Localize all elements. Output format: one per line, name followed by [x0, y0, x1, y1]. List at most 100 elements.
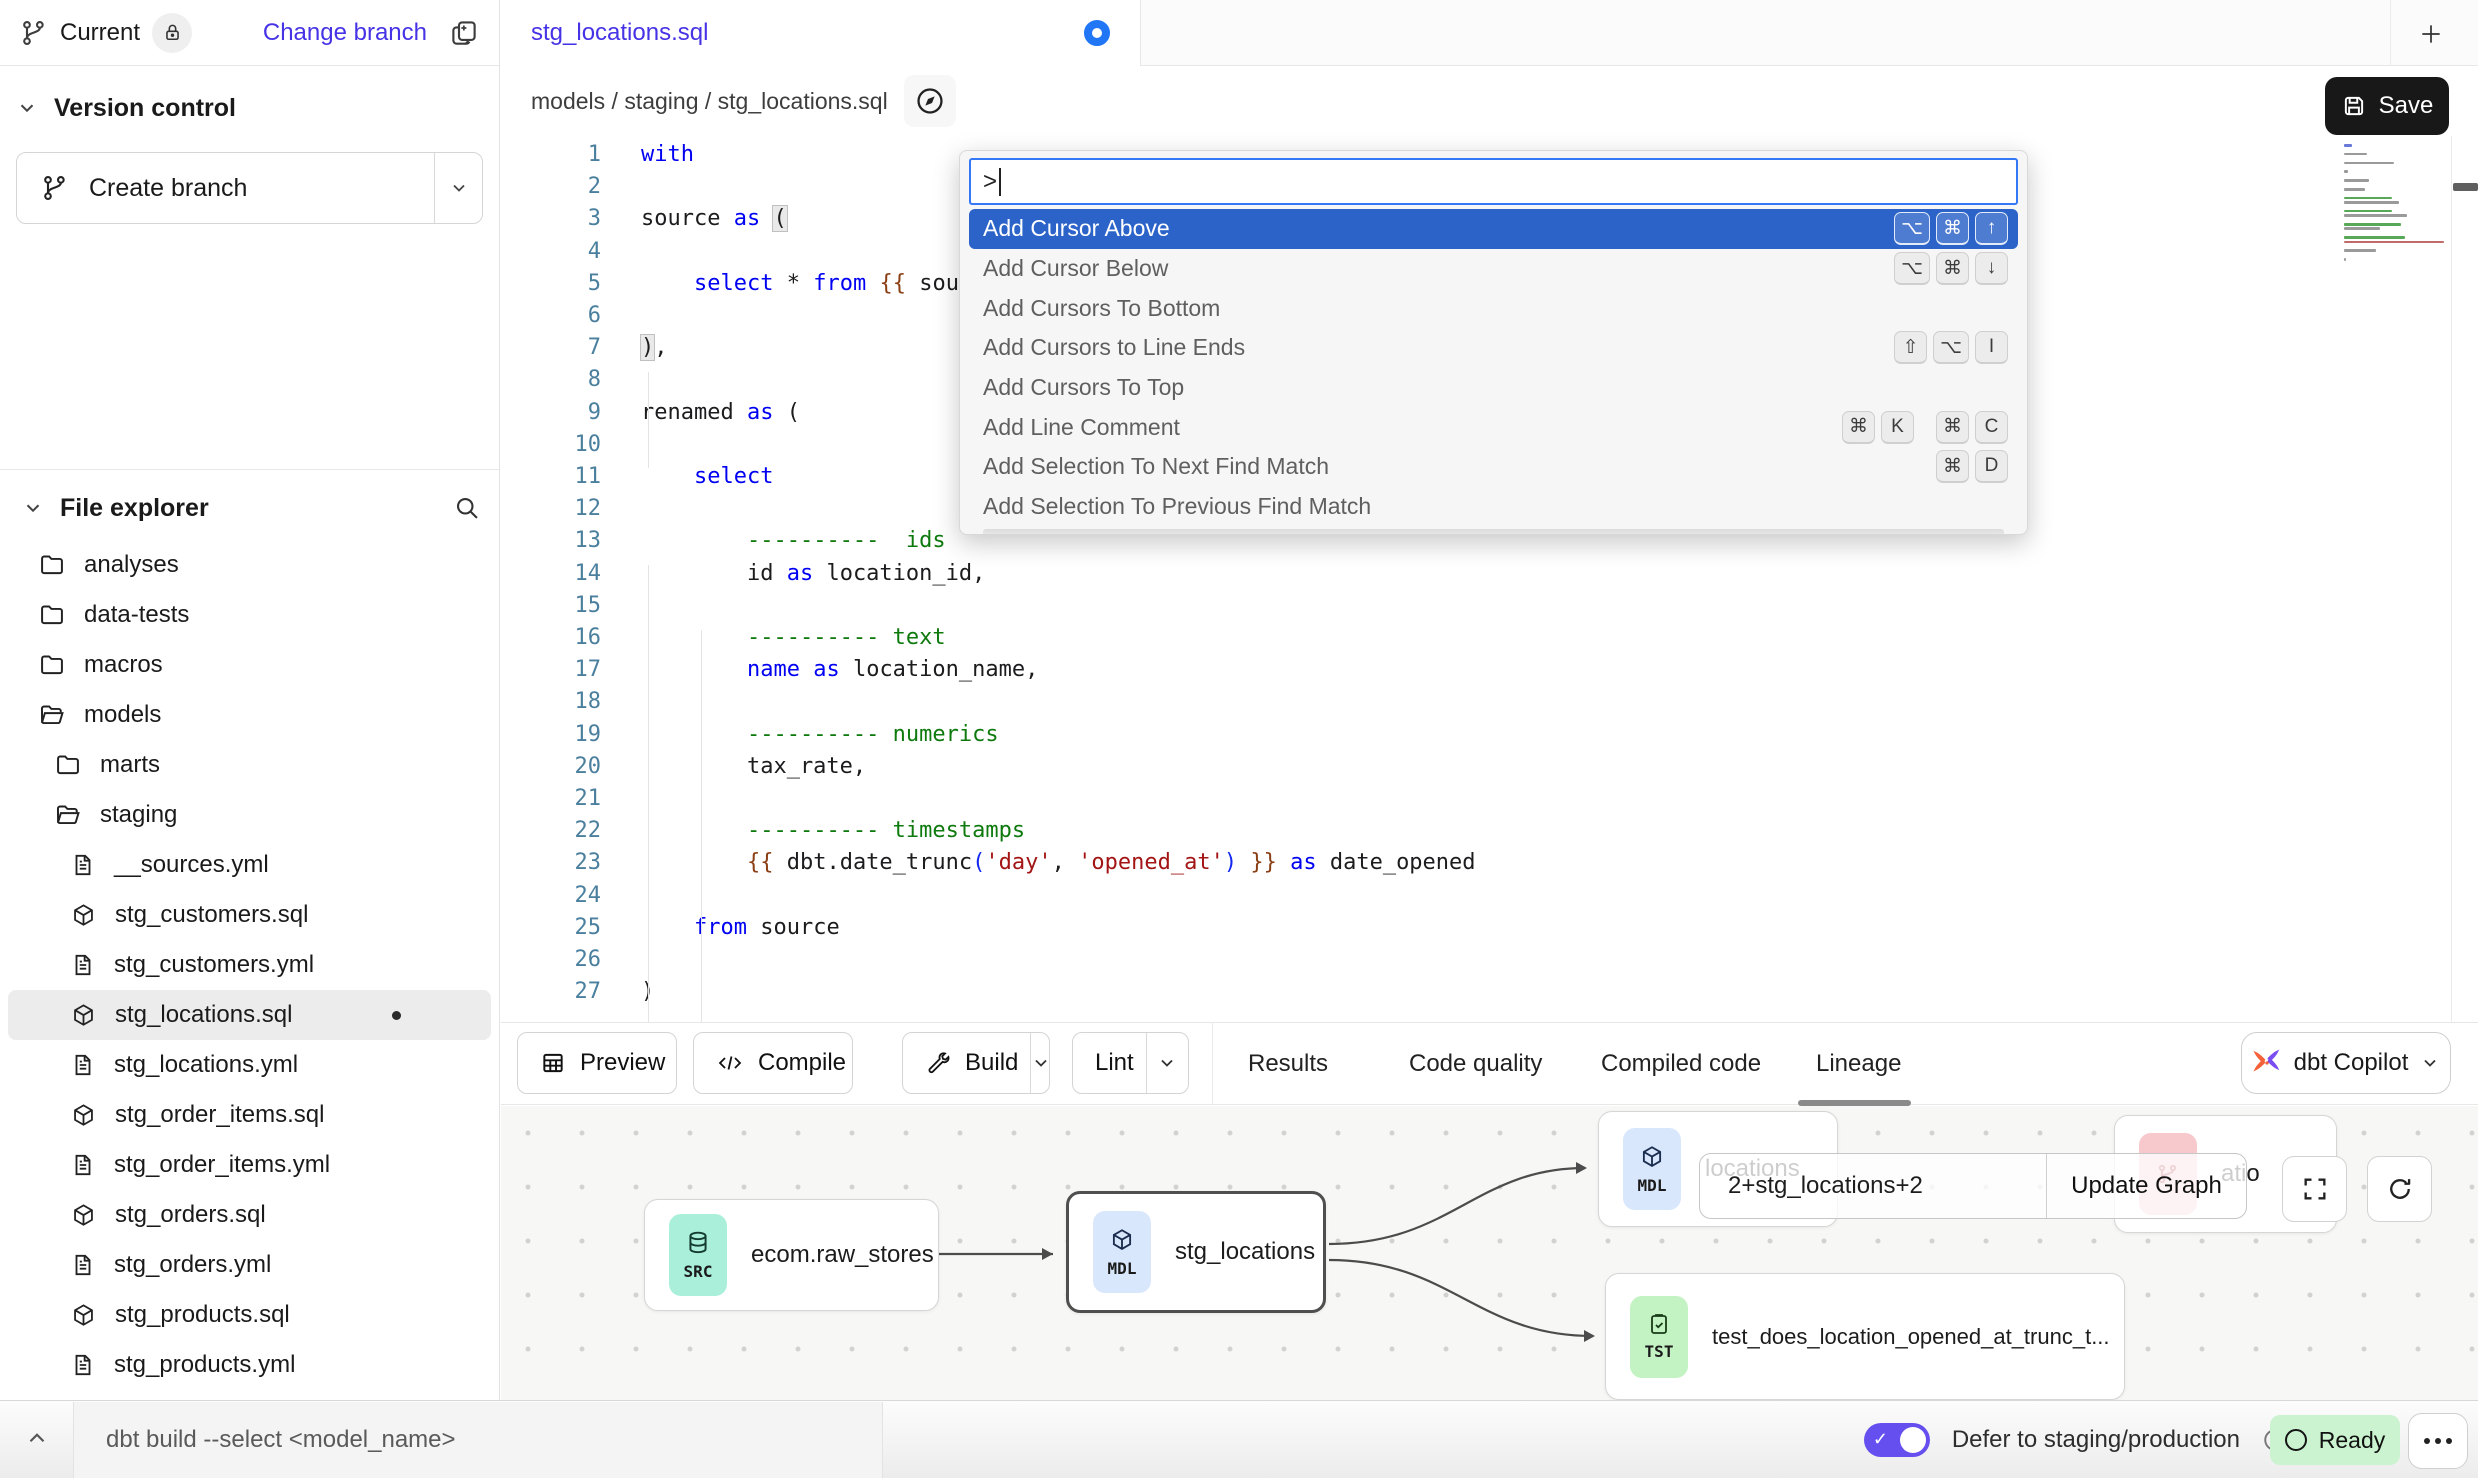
defer-label: Defer to staging/production	[1952, 1426, 2240, 1454]
code-line-18	[641, 686, 1476, 718]
tab-compiled-code[interactable]: Compiled code	[1601, 1023, 1761, 1105]
palette-item-add-selection-to-previous-find-match[interactable]: Add Selection To Previous Find Match	[969, 487, 2018, 527]
build-dropdown[interactable]	[1030, 1033, 1051, 1093]
lint-button[interactable]: Lint	[1072, 1032, 1189, 1094]
file-row-analyses[interactable]: analyses	[8, 540, 491, 590]
save-label: Save	[2379, 92, 2434, 120]
file-row-stg-customers-sql[interactable]: stg_customers.sql	[8, 890, 491, 940]
file-icon	[70, 1252, 96, 1278]
cube-icon	[70, 1302, 97, 1329]
lint-dropdown[interactable]	[1146, 1033, 1188, 1093]
create-branch-button[interactable]: Create branch	[16, 152, 483, 224]
search-icon[interactable]	[453, 494, 481, 522]
file-row-data-tests[interactable]: data-tests	[8, 590, 491, 640]
code-line-27: )	[641, 976, 1476, 1008]
expand-console-button[interactable]	[24, 1425, 50, 1451]
sidebar: Current Change branch Version control Cr…	[0, 0, 500, 1400]
panel-divider	[1212, 1023, 1213, 1105]
palette-item-add-cursors-to-bottom[interactable]: Add Cursors To Bottom	[969, 288, 2018, 328]
file-explorer-title: File explorer	[60, 494, 209, 523]
palette-item-label: Add Cursors to Line Ends	[983, 334, 1245, 361]
palette-item-add-cursor-above[interactable]: Add Cursor Above⌥⌘↑	[969, 209, 2018, 249]
lineage-node-stg-locations[interactable]: MDL stg_locations	[1066, 1191, 1326, 1313]
palette-item-add-cursor-below[interactable]: Add Cursor Below⌥⌘↓	[969, 249, 2018, 289]
keycap: ⌥	[1894, 212, 1930, 245]
dbt-copilot-button[interactable]: dbt Copilot	[2241, 1032, 2451, 1094]
file-row-stg-customers-yml[interactable]: stg_customers.yml	[8, 940, 491, 990]
command-input[interactable]: >	[969, 158, 2018, 205]
indent-guide	[648, 372, 649, 468]
cli-command-input[interactable]: dbt build --select <model_name>	[73, 1402, 883, 1478]
preview-button[interactable]: Preview	[517, 1032, 677, 1094]
create-branch-dropdown[interactable]	[434, 153, 482, 223]
fullscreen-button[interactable]	[2282, 1156, 2347, 1222]
command-list: Add Cursor Above⌥⌘↑Add Cursor Below⌥⌘↓Ad…	[969, 209, 2018, 527]
palette-item-add-line-comment[interactable]: Add Line Comment⌘K⌘C	[969, 407, 2018, 447]
more-options-button[interactable]	[2408, 1413, 2468, 1469]
code-icon	[716, 1051, 744, 1075]
tab-results[interactable]: Results	[1248, 1023, 1328, 1105]
code-line-19: ---------- numerics	[641, 719, 1476, 751]
new-tab-button[interactable]	[2409, 12, 2453, 56]
defer-toggle[interactable]: ✓	[1864, 1423, 1930, 1457]
file-row-marts[interactable]: marts	[8, 740, 491, 790]
explore-button[interactable]	[904, 75, 956, 127]
file-row-models[interactable]: models	[8, 690, 491, 740]
update-graph-label: Update Graph	[2071, 1172, 2222, 1200]
line-numbers: 1234567891011121314151617181920212223242…	[501, 139, 601, 1008]
tab-code-quality[interactable]: Code quality	[1409, 1023, 1542, 1105]
scrollbar-thumb[interactable]	[2453, 183, 2478, 191]
build-button[interactable]: Build	[902, 1032, 1050, 1094]
file-row-stg-locations-yml[interactable]: stg_locations.yml	[8, 1040, 491, 1090]
palette-item-add-cursors-to-top[interactable]: Add Cursors To Top	[969, 368, 2018, 408]
chevron-down-icon	[1157, 1053, 1177, 1073]
keycap: K	[1881, 411, 1914, 444]
file-row-stg-order-items-sql[interactable]: stg_order_items.sql	[8, 1090, 491, 1140]
lineage-selector-group: 2+stg_locations+2 Update Graph	[1699, 1153, 2247, 1219]
palette-item-add-cursors-to-line-ends[interactable]: Add Cursors to Line Ends⇧⌥I	[969, 328, 2018, 368]
tab-lineage[interactable]: Lineage	[1816, 1023, 1901, 1105]
file-name: stg_customers.sql	[115, 901, 308, 929]
chevron-down-icon[interactable]	[16, 97, 38, 119]
chevron-down-icon[interactable]	[22, 497, 44, 519]
save-button[interactable]: Save	[2325, 77, 2449, 135]
breadcrumb-row: models / staging / stg_locations.sql	[501, 66, 2478, 136]
status-ready-badge[interactable]: Ready	[2270, 1415, 2400, 1465]
file-row-stg-orders-sql[interactable]: stg_orders.sql	[8, 1190, 491, 1240]
palette-item-add-selection-to-next-find-match[interactable]: Add Selection To Next Find Match⌘D	[969, 447, 2018, 487]
save-icon	[2341, 93, 2367, 119]
file-name: marts	[100, 751, 160, 779]
file-row-stg-products-sql[interactable]: stg_products.sql	[8, 1290, 491, 1340]
lineage-node-test[interactable]: TST test_does_location_opened_at_trunc_t…	[1605, 1273, 2125, 1400]
lineage-selector-input[interactable]: 2+stg_locations+2	[1700, 1154, 2046, 1218]
file-row-staging[interactable]: staging	[8, 790, 491, 840]
tab-stg-locations[interactable]: stg_locations.sql	[501, 0, 1141, 66]
update-graph-button[interactable]: Update Graph	[2046, 1154, 2246, 1218]
copy-icon[interactable]	[449, 18, 479, 48]
refresh-button[interactable]	[2367, 1156, 2432, 1222]
file-row--sources-yml[interactable]: __sources.yml	[8, 840, 491, 890]
git-branch-icon	[20, 19, 48, 47]
compile-button[interactable]: Compile	[693, 1032, 853, 1094]
mdl-badge-label: MDL	[1638, 1176, 1667, 1195]
version-control-title: Version control	[54, 94, 236, 123]
keycap: ↓	[1975, 252, 2008, 285]
code-line-24	[641, 880, 1476, 912]
minimap[interactable]	[2344, 144, 2448, 263]
file-row-stg-orders-yml[interactable]: stg_orders.yml	[8, 1240, 491, 1290]
mdl-badge: MDL	[1093, 1211, 1151, 1293]
file-name: stg_locations.sql	[115, 1001, 292, 1029]
compass-icon	[914, 85, 946, 117]
palette-item-label: Add Line Comment	[983, 414, 1180, 441]
lineage-node-source[interactable]: SRC ecom.raw_stores	[644, 1199, 939, 1311]
file-row-stg-products-yml[interactable]: stg_products.yml	[8, 1340, 491, 1390]
change-branch-link[interactable]: Change branch	[263, 19, 427, 47]
file-row-stg-order-items-yml[interactable]: stg_order_items.yml	[8, 1140, 491, 1190]
lineage-canvas[interactable]: SRC ecom.raw_stores MDL stg_locations MD…	[501, 1106, 2478, 1400]
file-row-macros[interactable]: macros	[8, 640, 491, 690]
file-row-stg-locations-sql[interactable]: stg_locations.sql	[8, 990, 491, 1040]
copilot-label: dbt Copilot	[2294, 1049, 2409, 1077]
code-line-14: id as location_id,	[641, 558, 1476, 590]
palette-item-label: Add Cursors To Top	[983, 374, 1184, 401]
keycap: ⌥	[1894, 252, 1930, 285]
